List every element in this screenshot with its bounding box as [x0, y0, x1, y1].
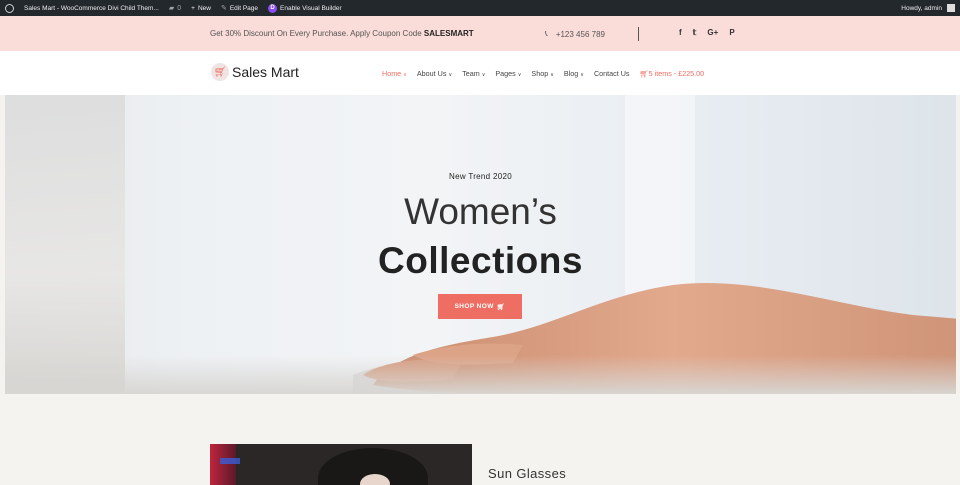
chevron-down-icon: ∨: [550, 72, 554, 78]
nav-item-about-us[interactable]: About Us ∨: [417, 69, 452, 78]
shop-now-button[interactable]: SHOP NOW 🛒︎: [438, 294, 522, 319]
divi-icon: D: [268, 3, 278, 13]
site-name-menu[interactable]: Sales Mart - WooCommerce Divi Child Them…: [19, 0, 164, 16]
site-name: Sales Mart - WooCommerce Divi Child Them…: [24, 4, 159, 12]
nav-label: Team: [462, 69, 480, 78]
image-background: [220, 458, 240, 464]
twitter-icon[interactable]: 𝕥: [693, 28, 697, 37]
new-label: New: [197, 4, 211, 12]
edit-page-label: Edit Page: [229, 4, 259, 12]
nav-item-shop[interactable]: Shop ∨: [531, 69, 553, 78]
pencil-icon: ✎: [220, 5, 227, 12]
hero-title-line-1: Women’s: [404, 191, 557, 232]
logo-text: Sales Mart: [232, 64, 299, 80]
nav-item-pages[interactable]: Pages ∨: [495, 69, 521, 78]
promo-text: Get 30% Discount On Every Purchase. Appl…: [210, 29, 424, 38]
nav-label: About Us: [416, 69, 447, 78]
cart-icon: 🛒︎: [639, 69, 649, 78]
nav-item-team[interactable]: Team ∨: [462, 69, 485, 78]
site-header: 🛒︎ Sales Mart Home ∨ About Us ∨ Team ∨ Page…: [0, 51, 960, 95]
main-navigation: Home ∨ About Us ∨ Team ∨ Pages ∨ Shop ∨ Blog ∨…: [382, 69, 704, 78]
nav-label: Contact Us: [593, 69, 630, 78]
nav-item-contact-us[interactable]: Contact Us: [594, 69, 630, 78]
site-logo[interactable]: 🛒︎ Sales Mart: [211, 63, 299, 81]
phone-contact[interactable]: 📞︎ +123 456 789: [545, 29, 605, 39]
facebook-icon[interactable]: f: [679, 28, 682, 37]
chevron-down-icon: ∨: [448, 72, 453, 78]
product-title[interactable]: Sun Glasses: [488, 466, 566, 481]
shop-now-label: SHOP NOW: [454, 303, 494, 310]
comments-count: 0: [177, 4, 182, 12]
image-background: [210, 444, 236, 485]
cart-logo-icon: 🛒︎: [211, 63, 229, 81]
visual-builder-label: Enable Visual Builder: [280, 4, 342, 12]
hero-banner: New Trend 2020 Women’s Collections SHOP …: [5, 95, 956, 394]
nav-item-blog[interactable]: Blog ∨: [564, 69, 584, 78]
nav-item-home[interactable]: Home ∨: [382, 69, 407, 78]
visual-builder-link[interactable]: D Enable Visual Builder: [263, 0, 347, 16]
nav-label: Home: [382, 69, 402, 78]
pinterest-icon[interactable]: P: [729, 28, 734, 37]
google-plus-icon[interactable]: G+: [707, 28, 718, 37]
cart-summary: 5 items - £225.00: [648, 69, 705, 78]
wordpress-icon: [5, 3, 14, 13]
admin-bar: Sales Mart - WooCommerce Divi Child Them…: [0, 0, 960, 16]
coupon-code: SALESMART: [423, 29, 474, 38]
chevron-down-icon: ∨: [403, 72, 407, 78]
hero-title-line-2: Collections: [378, 240, 583, 281]
social-links: f 𝕥 G+ P: [679, 28, 735, 37]
foreground-blur: [5, 355, 956, 394]
chevron-down-icon: ∨: [481, 72, 486, 78]
phone-icon: 📞︎: [545, 29, 548, 38]
edit-page-link[interactable]: ✎ Edit Page: [216, 0, 263, 16]
howdy-label: Howdy, admin: [901, 4, 942, 12]
nav-label: Shop: [531, 69, 549, 78]
new-content-menu[interactable]: + New: [186, 0, 216, 16]
chevron-down-icon: ∨: [517, 72, 522, 78]
comments-menu[interactable]: ▰ 0: [164, 0, 186, 16]
header-cart[interactable]: 🛒︎5 items - £225.00: [640, 69, 705, 78]
wp-logo-menu[interactable]: [0, 0, 19, 16]
top-promo-bar: Get 30% Discount On Every Purchase. Appl…: [0, 16, 960, 51]
hero-kicker: New Trend 2020: [449, 172, 512, 181]
product-image[interactable]: [210, 444, 472, 485]
account-menu[interactable]: Howdy, admin: [896, 0, 960, 16]
promo-message: Get 30% Discount On Every Purchase. Appl…: [210, 29, 474, 38]
nav-label: Blog: [563, 69, 579, 78]
cart-icon: 🛒︎: [496, 303, 506, 311]
chevron-down-icon: ∨: [580, 72, 584, 78]
nav-label: Pages: [495, 69, 516, 78]
avatar: [947, 4, 955, 12]
comment-icon: ▰: [168, 5, 175, 12]
divider: [638, 27, 639, 41]
phone-number: +123 456 789: [555, 29, 605, 39]
plus-icon: +: [191, 4, 195, 12]
